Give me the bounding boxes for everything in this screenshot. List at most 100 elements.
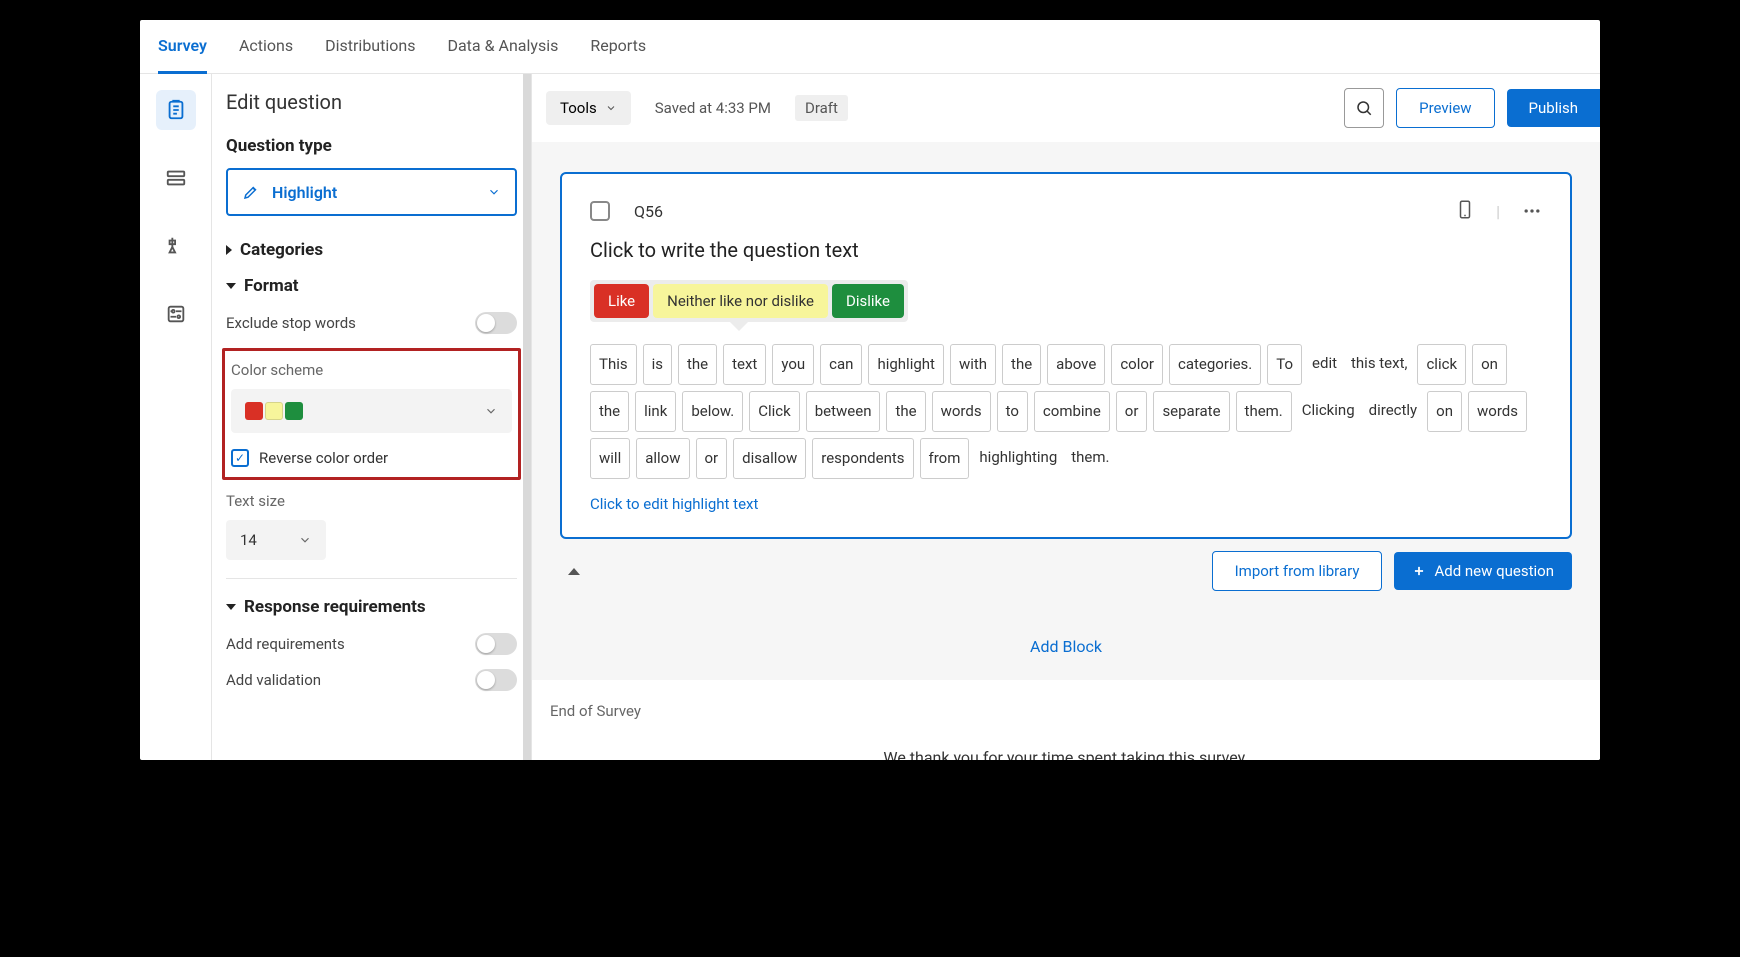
reverse-color-label: Reverse color order <box>259 449 388 467</box>
highlight-word[interactable]: respondents <box>812 438 913 479</box>
more-icon[interactable] <box>1522 201 1542 221</box>
rail-look-icon[interactable] <box>156 226 196 266</box>
highlight-word[interactable]: them. <box>1236 391 1292 432</box>
highlight-word[interactable]: directly <box>1365 391 1422 432</box>
collapse-block-icon[interactable] <box>568 568 580 575</box>
rail-options-icon[interactable] <box>156 294 196 334</box>
tab-reports[interactable]: Reports <box>590 20 646 74</box>
highlight-word[interactable]: categories. <box>1169 344 1261 385</box>
preview-button[interactable]: Preview <box>1396 88 1494 128</box>
question-type-select[interactable]: Highlight <box>226 168 517 216</box>
add-validation-toggle[interactable] <box>475 669 517 691</box>
category-like[interactable]: Like <box>594 284 649 318</box>
highlight-word[interactable]: words <box>932 391 991 432</box>
add-requirements-label: Add requirements <box>226 635 345 653</box>
highlight-word[interactable]: above <box>1047 344 1105 385</box>
add-requirements-toggle[interactable] <box>475 633 517 655</box>
text-size-select[interactable]: 14 <box>226 520 326 560</box>
highlight-word[interactable]: the <box>590 391 629 432</box>
highlight-word[interactable]: highlight <box>868 344 943 385</box>
highlight-word[interactable]: or <box>696 438 728 479</box>
highlight-word[interactable]: To <box>1267 344 1302 385</box>
highlight-word[interactable]: This <box>590 344 637 385</box>
response-requirements-label: Response requirements <box>244 597 426 617</box>
reverse-color-checkbox[interactable]: ✓ <box>231 449 249 467</box>
tab-actions[interactable]: Actions <box>239 20 293 74</box>
highlight-word[interactable]: below. <box>682 391 743 432</box>
tools-label: Tools <box>560 99 597 117</box>
tab-data-analysis[interactable]: Data & Analysis <box>447 20 558 74</box>
highlight-word[interactable]: to <box>997 391 1028 432</box>
highlight-word[interactable]: Click <box>749 391 800 432</box>
top-tabs: Survey Actions Distributions Data & Anal… <box>140 20 1600 74</box>
exclude-stop-words-toggle[interactable] <box>475 312 517 334</box>
highlight-word[interactable]: between <box>806 391 881 432</box>
highlight-text-area[interactable]: Thisisthetextyoucanhighlightwiththeabove… <box>590 344 1542 479</box>
chevron-down-icon <box>487 185 501 199</box>
caret-down-icon <box>226 604 236 610</box>
section-categories[interactable]: Categories <box>226 240 517 260</box>
add-question-button[interactable]: Add new question <box>1394 552 1572 590</box>
highlight-word[interactable]: can <box>820 344 862 385</box>
highlight-word[interactable]: highlighting <box>975 438 1061 479</box>
highlight-word[interactable]: this text, <box>1347 344 1411 385</box>
edit-highlight-link[interactable]: Click to edit highlight text <box>590 495 1542 513</box>
highlight-word[interactable]: edit <box>1308 344 1341 385</box>
highlight-word[interactable]: will <box>590 438 630 479</box>
text-size-value: 14 <box>240 531 257 549</box>
highlight-word[interactable]: link <box>635 391 676 432</box>
highlight-word[interactable]: allow <box>636 438 689 479</box>
question-select-checkbox[interactable] <box>590 201 610 221</box>
tab-survey[interactable]: Survey <box>158 20 207 74</box>
edit-panel: Edit question Question type Highlight Ca… <box>212 74 532 760</box>
color-scheme-highlight: Color scheme ✓ Reverse color order <box>222 348 521 480</box>
highlight-word[interactable]: the <box>678 344 717 385</box>
question-type-label: Question type <box>226 136 517 156</box>
left-rail <box>140 74 212 760</box>
categories-label: Categories <box>240 240 323 260</box>
divider <box>226 578 517 579</box>
highlight-word[interactable]: you <box>772 344 814 385</box>
category-pointer-icon <box>730 322 748 331</box>
color-swatches <box>245 402 303 420</box>
highlight-word[interactable]: words <box>1468 391 1527 432</box>
exclude-stop-words-label: Exclude stop words <box>226 314 356 332</box>
caret-right-icon <box>226 245 232 255</box>
highlight-word[interactable]: the <box>886 391 925 432</box>
tab-distributions[interactable]: Distributions <box>325 20 415 74</box>
color-scheme-select[interactable] <box>231 389 512 433</box>
rail-builder-icon[interactable] <box>156 90 196 130</box>
end-of-survey-block: End of Survey We thank you for your time… <box>532 680 1600 760</box>
highlight-word[interactable]: is <box>643 344 672 385</box>
add-block-link[interactable]: Add Block <box>532 619 1600 674</box>
tools-dropdown[interactable]: Tools <box>546 91 631 125</box>
end-of-survey-label: End of Survey <box>550 702 1582 720</box>
search-button[interactable] <box>1344 88 1384 128</box>
section-response-requirements[interactable]: Response requirements <box>226 597 517 617</box>
swatch-red <box>245 402 263 420</box>
mobile-preview-icon[interactable] <box>1456 198 1474 224</box>
add-validation-label: Add validation <box>226 671 321 689</box>
highlight-word[interactable]: from <box>920 438 970 479</box>
highlight-word[interactable]: on <box>1472 344 1507 385</box>
highlight-word[interactable]: separate <box>1153 391 1229 432</box>
highlight-word[interactable]: click <box>1417 344 1466 385</box>
question-card[interactable]: Q56 | Click to write the question text L… <box>560 172 1572 539</box>
highlight-word[interactable]: disallow <box>733 438 806 479</box>
publish-button[interactable]: Publish <box>1507 89 1600 127</box>
highlight-word[interactable]: the <box>1002 344 1041 385</box>
question-text[interactable]: Click to write the question text <box>590 238 1542 262</box>
rail-flow-icon[interactable] <box>156 158 196 198</box>
highlight-word[interactable]: them. <box>1067 438 1113 479</box>
category-dislike[interactable]: Dislike <box>832 284 904 318</box>
import-library-button[interactable]: Import from library <box>1212 551 1383 591</box>
highlight-word[interactable]: color <box>1111 344 1163 385</box>
highlight-word[interactable]: Clicking <box>1298 391 1359 432</box>
highlight-word[interactable]: on <box>1427 391 1462 432</box>
category-neutral[interactable]: Neither like nor dislike <box>653 284 828 318</box>
highlight-word[interactable]: combine <box>1034 391 1110 432</box>
highlight-word[interactable]: text <box>723 344 766 385</box>
highlight-word[interactable]: with <box>950 344 996 385</box>
highlight-word[interactable]: or <box>1116 391 1148 432</box>
section-format[interactable]: Format <box>226 276 517 296</box>
